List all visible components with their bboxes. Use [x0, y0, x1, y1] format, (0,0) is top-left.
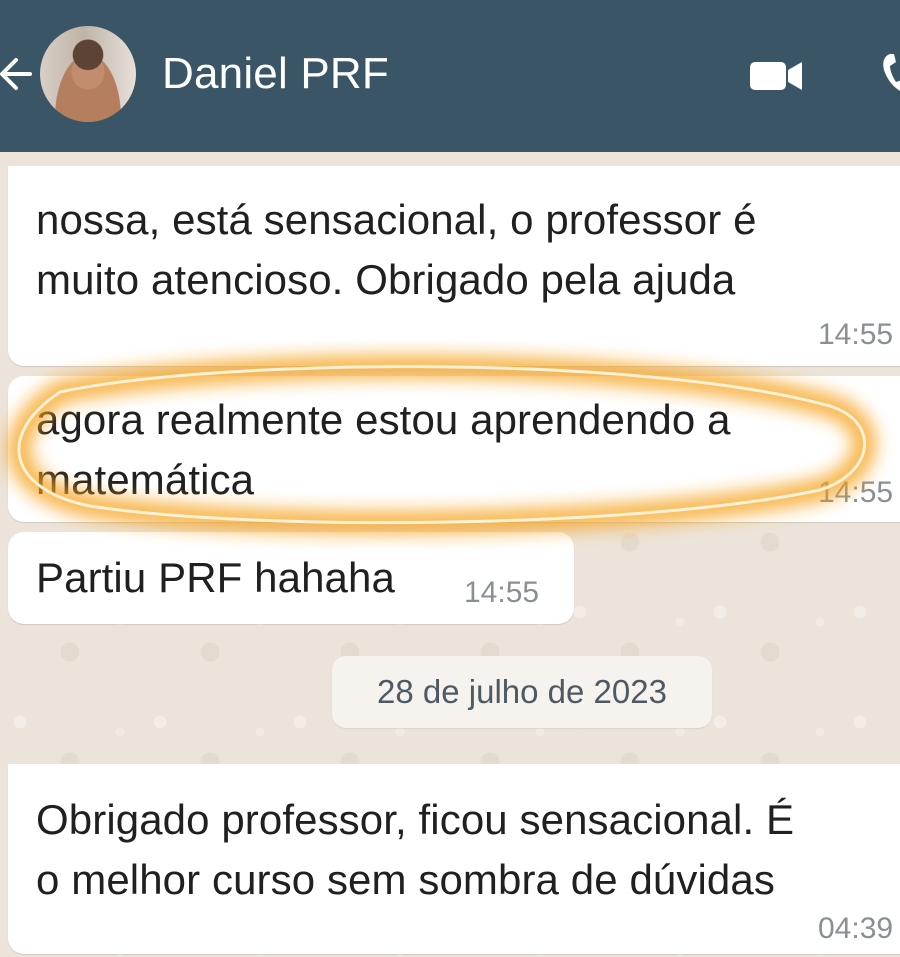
contact-name[interactable]: Daniel PRF: [162, 48, 389, 100]
chat-header: Daniel PRF: [0, 0, 900, 152]
videocam-icon[interactable]: [748, 58, 804, 94]
message-text: Obrigado professor, ficou sensacional. É…: [36, 796, 795, 903]
avatar[interactable]: [40, 26, 136, 122]
message-text: Partiu PRF hahaha: [36, 554, 395, 601]
message-text: agora realmente estou aprendendo a matem…: [36, 396, 731, 503]
message-bubble[interactable]: Partiu PRF hahaha 14:55: [8, 532, 574, 624]
arrow-left-icon[interactable]: [0, 48, 40, 100]
message-time: 14:55: [818, 476, 894, 509]
message-bubble[interactable]: nossa, está sensacional, o professor é m…: [8, 166, 900, 366]
message-bubble-highlighted[interactable]: agora realmente estou aprendendo a matem…: [8, 376, 900, 522]
message-time: 14:55: [464, 576, 540, 609]
message-text: nossa, está sensacional, o professor é m…: [36, 196, 757, 303]
phone-icon[interactable]: [880, 52, 900, 96]
date-separator: 28 de julho de 2023: [332, 656, 712, 728]
message-time: 04:39: [818, 912, 894, 945]
message-bubble[interactable]: Obrigado professor, ficou sensacional. É…: [8, 764, 900, 954]
message-time: 14:55: [818, 318, 894, 351]
